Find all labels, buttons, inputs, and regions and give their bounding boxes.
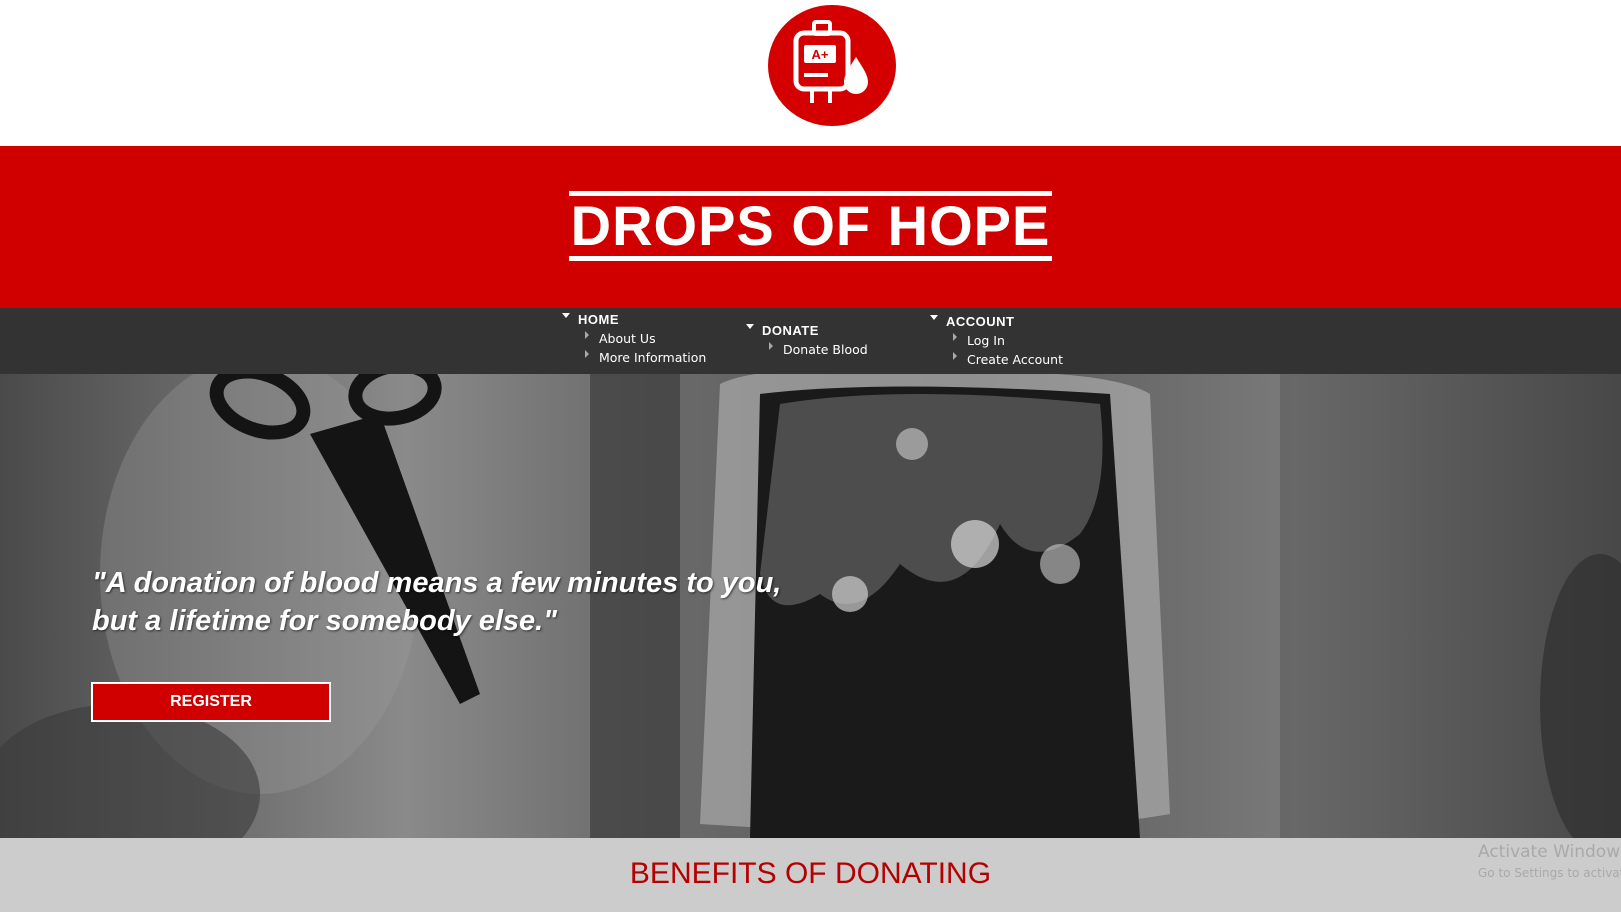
logo[interactable]: A+ [768,5,896,126]
logo-strip: A+ [0,0,1621,146]
main-nav: HOME About Us More Information DONATE Do… [0,308,1621,374]
caret-down-icon [746,324,754,329]
nav-account[interactable]: ACCOUNT [930,314,1063,329]
register-button[interactable]: REGISTER [91,682,331,722]
hero-section: "A donation of blood means a few minutes… [0,374,1621,838]
svg-text:A+: A+ [812,47,829,62]
caret-right-icon [953,351,957,360]
nav-item-create-account[interactable]: Create Account [953,351,1063,367]
benefits-section: BENEFITS OF DONATING Activate Windows Go… [0,838,1621,912]
hero-quote: "A donation of blood means a few minutes… [92,567,782,637]
nav-item-donate-blood[interactable]: Donate Blood [769,341,868,357]
caret-right-icon [769,341,773,350]
nav-home[interactable]: HOME [562,312,706,327]
site-title: DROPS OF HOPE [0,191,1621,261]
benefits-heading: BENEFITS OF DONATING [629,857,992,890]
nav-item-more-information[interactable]: More Information [585,349,706,365]
nav-item-log-in[interactable]: Log In [953,332,1063,348]
caret-down-icon [930,315,938,320]
title-banner: DROPS OF HOPE [0,146,1621,308]
nav-donate-group: DONATE Donate Blood [746,323,868,357]
nav-account-group: ACCOUNT Log In Create Account [930,314,1063,367]
caret-right-icon [585,330,589,339]
nav-home-group: HOME About Us More Information [562,312,706,365]
nav-donate[interactable]: DONATE [746,323,868,338]
nav-item-about-us[interactable]: About Us [585,330,706,346]
caret-down-icon [562,313,570,318]
caret-right-icon [585,349,589,358]
blood-bag-icon: A+ [793,20,868,103]
caret-right-icon [953,332,957,341]
